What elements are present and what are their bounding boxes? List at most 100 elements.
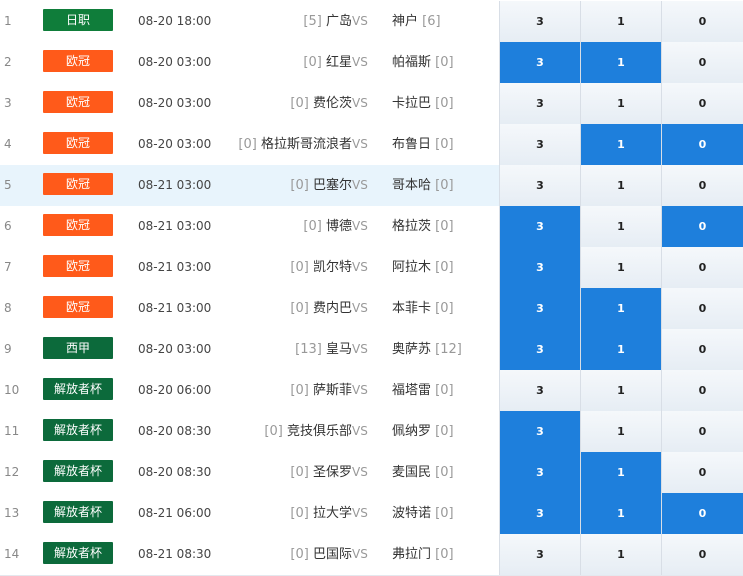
league-badge[interactable]: 解放者杯 — [43, 378, 113, 400]
vs-label: VS — [352, 424, 368, 438]
table-row[interactable]: 1 日职 08-20 18:00 [5] 广岛 VS 神户 [6] 3 1 0 — [0, 1, 743, 43]
odds-draw-cell[interactable]: 1 — [580, 534, 661, 575]
away-team: 弗拉门 [0] — [392, 534, 454, 575]
odds-draw-cell[interactable]: 1 — [580, 288, 661, 329]
table-row[interactable]: 4 欧冠 08-20 03:00 [0] 格拉斯哥流浪者 VS 布鲁日 [0] 3 1 0 — [0, 124, 743, 166]
odds-win-cell[interactable]: 3 — [499, 124, 580, 165]
odds-draw-cell[interactable]: 1 — [580, 411, 661, 452]
away-team: 神户 [6] — [392, 1, 441, 42]
odds-loss-cell[interactable]: 0 — [661, 206, 743, 247]
odds-win-cell[interactable]: 3 — [499, 42, 580, 83]
league-badge[interactable]: 西甲 — [43, 337, 113, 359]
row-index: 12 — [4, 465, 20, 479]
table-row[interactable]: 7 欧冠 08-21 03:00 [0] 凯尔特 VS 阿拉木 [0] 3 1 0 — [0, 247, 743, 289]
odds-loss-cell[interactable]: 0 — [661, 534, 743, 575]
away-team-name: 格拉茨 — [392, 219, 432, 234]
vs-label: VS — [352, 260, 368, 274]
table-row[interactable]: 11 解放者杯 08-20 08:30 [0] 竞技俱乐部 VS 佩纳罗 [0] 3 1 0 — [0, 411, 743, 453]
league-badge[interactable]: 欧冠 — [43, 50, 113, 72]
table-row[interactable]: 9 西甲 08-20 03:00 [13] 皇马 VS 奥萨苏 [12] 3 1 0 — [0, 329, 743, 371]
table-row[interactable]: 5 欧冠 08-21 03:00 [0] 巴塞尔 VS 哥本哈 [0] 3 1 0 — [0, 165, 743, 207]
home-rank: [0] — [290, 465, 309, 480]
league-badge[interactable]: 欧冠 — [43, 91, 113, 113]
odds-loss-cell[interactable]: 0 — [661, 83, 743, 124]
odds-win-cell[interactable]: 3 — [499, 1, 580, 42]
home-team: [0] 红星 — [180, 42, 352, 83]
odds-loss-cell[interactable]: 0 — [661, 329, 743, 370]
odds-draw-cell[interactable]: 1 — [580, 493, 661, 534]
home-team: [0] 巴塞尔 — [180, 165, 352, 206]
odds-win-cell[interactable]: 3 — [499, 534, 580, 575]
odds-draw-cell[interactable]: 1 — [580, 452, 661, 493]
odds-win-cell[interactable]: 3 — [499, 288, 580, 329]
vs-label: VS — [352, 219, 368, 233]
odds-win-cell[interactable]: 3 — [499, 329, 580, 370]
odds-loss-cell[interactable]: 0 — [661, 165, 743, 206]
match-table: 1 日职 08-20 18:00 [5] 广岛 VS 神户 [6] 3 1 0 2 欧冠 08-20 … — [0, 0, 743, 576]
odds-win-cell[interactable]: 3 — [499, 165, 580, 206]
league-badge[interactable]: 解放者杯 — [43, 501, 113, 523]
home-team-name: 萨斯菲 — [312, 383, 352, 398]
table-row[interactable]: 10 解放者杯 08-20 06:00 [0] 萨斯菲 VS 福塔雷 [0] 3 1 0 — [0, 370, 743, 412]
table-row[interactable]: 13 解放者杯 08-21 06:00 [0] 拉大学 VS 波特诺 [0] 3 1 0 — [0, 493, 743, 535]
league-badge[interactable]: 欧冠 — [43, 173, 113, 195]
odds-loss-cell[interactable]: 0 — [661, 288, 743, 329]
odds-win-cell[interactable]: 3 — [499, 206, 580, 247]
league-badge[interactable]: 欧冠 — [43, 296, 113, 318]
league-badge[interactable]: 日职 — [43, 9, 113, 31]
home-team-name: 费内巴 — [312, 301, 352, 316]
vs-label: VS — [352, 506, 368, 520]
league-badge[interactable]: 解放者杯 — [43, 542, 113, 564]
odds-win-cell[interactable]: 3 — [499, 411, 580, 452]
odds-draw-cell[interactable]: 1 — [580, 1, 661, 42]
odds-draw-cell[interactable]: 1 — [580, 247, 661, 288]
odds-loss-cell[interactable]: 0 — [661, 411, 743, 452]
row-index: 14 — [4, 547, 20, 561]
table-row[interactable]: 12 解放者杯 08-20 08:30 [0] 圣保罗 VS 麦国民 [0] 3 1 0 — [0, 452, 743, 494]
home-rank: [0] — [290, 260, 309, 275]
home-team-name: 红星 — [325, 55, 352, 70]
home-team-name: 巴塞尔 — [312, 178, 352, 193]
odds-draw-cell[interactable]: 1 — [580, 370, 661, 411]
odds-draw-cell[interactable]: 1 — [580, 124, 661, 165]
odds-loss-cell[interactable]: 0 — [661, 247, 743, 288]
league-badge[interactable]: 解放者杯 — [43, 419, 113, 441]
home-team: [13] 皇马 — [180, 329, 352, 370]
odds-loss-cell[interactable]: 0 — [661, 452, 743, 493]
league-badge[interactable]: 欧冠 — [43, 214, 113, 236]
odds-draw-cell[interactable]: 1 — [580, 206, 661, 247]
odds-win-cell[interactable]: 3 — [499, 493, 580, 534]
away-team-name: 哥本哈 — [392, 178, 432, 193]
table-row[interactable]: 3 欧冠 08-20 03:00 [0] 费伦茨 VS 卡拉巴 [0] 3 1 0 — [0, 83, 743, 125]
home-team: [0] 竞技俱乐部 — [180, 411, 352, 452]
home-team: [0] 费伦茨 — [180, 83, 352, 124]
odds-draw-cell[interactable]: 1 — [580, 165, 661, 206]
odds-win-cell[interactable]: 3 — [499, 370, 580, 411]
odds-win-cell[interactable]: 3 — [499, 83, 580, 124]
odds-win-cell[interactable]: 3 — [499, 247, 580, 288]
home-rank: [5] — [303, 14, 322, 29]
vs-label: VS — [352, 301, 368, 315]
league-badge[interactable]: 欧冠 — [43, 132, 113, 154]
odds-draw-cell[interactable]: 1 — [580, 83, 661, 124]
table-row[interactable]: 2 欧冠 08-20 03:00 [0] 红星 VS 帕福斯 [0] 3 1 0 — [0, 42, 743, 84]
vs-label: VS — [352, 178, 368, 192]
table-row[interactable]: 8 欧冠 08-21 03:00 [0] 费内巴 VS 本菲卡 [0] 3 1 0 — [0, 288, 743, 330]
odds-draw-cell[interactable]: 1 — [580, 329, 661, 370]
league-badge[interactable]: 解放者杯 — [43, 460, 113, 482]
row-index: 1 — [4, 14, 12, 28]
home-team-name: 皇马 — [325, 342, 352, 357]
odds-win-cell[interactable]: 3 — [499, 452, 580, 493]
odds-draw-cell[interactable]: 1 — [580, 42, 661, 83]
table-row[interactable]: 6 欧冠 08-21 03:00 [0] 博德 VS 格拉茨 [0] 3 1 0 — [0, 206, 743, 248]
odds-loss-cell[interactable]: 0 — [661, 493, 743, 534]
table-row[interactable]: 14 解放者杯 08-21 08:30 [0] 巴国际 VS 弗拉门 [0] 3 1 0 — [0, 534, 743, 576]
home-team: [0] 拉大学 — [180, 493, 352, 534]
odds-loss-cell[interactable]: 0 — [661, 42, 743, 83]
odds-loss-cell[interactable]: 0 — [661, 1, 743, 42]
vs-label: VS — [352, 55, 368, 69]
league-badge[interactable]: 欧冠 — [43, 255, 113, 277]
odds-loss-cell[interactable]: 0 — [661, 370, 743, 411]
home-team-name: 巴国际 — [312, 547, 352, 562]
odds-loss-cell[interactable]: 0 — [661, 124, 743, 165]
